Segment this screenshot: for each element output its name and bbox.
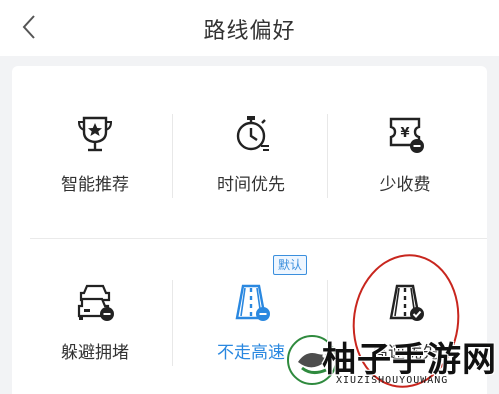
option-time-first[interactable]: 时间优先 [172, 114, 330, 244]
highway-minus-icon [235, 284, 270, 321]
option-label: 少收费 [379, 175, 431, 195]
default-badge: 默认 [273, 255, 308, 275]
watermark-text: 柚子手游网 [322, 340, 497, 380]
option-less-toll[interactable]: ¥ 少收费 [326, 114, 484, 244]
trophy-star-icon [77, 116, 113, 152]
stopwatch-icon [236, 116, 269, 151]
watermark-subtext: XIUZISHOUYOUWANG [336, 375, 449, 386]
svg-text:¥: ¥ [400, 126, 409, 141]
option-label: 智能推荐 [61, 175, 129, 195]
option-smart-recommend[interactable]: 智能推荐 [16, 114, 174, 244]
option-label: 时间优先 [217, 175, 285, 195]
page-title: 路线偏好 [203, 19, 296, 44]
option-avoid-congestion[interactable]: 躲避拥堵 [16, 282, 174, 394]
toll-ticket-minus-icon: ¥ [389, 117, 424, 153]
option-label: 躲避拥堵 [61, 343, 129, 363]
stacked-cars-minus-icon [77, 284, 114, 321]
watermark: 柚子手游网 XIUZISHOUYOUWANG [286, 330, 496, 394]
option-label: 不走高速 [217, 343, 285, 363]
nav-bar: 路线偏好 [0, 0, 499, 56]
